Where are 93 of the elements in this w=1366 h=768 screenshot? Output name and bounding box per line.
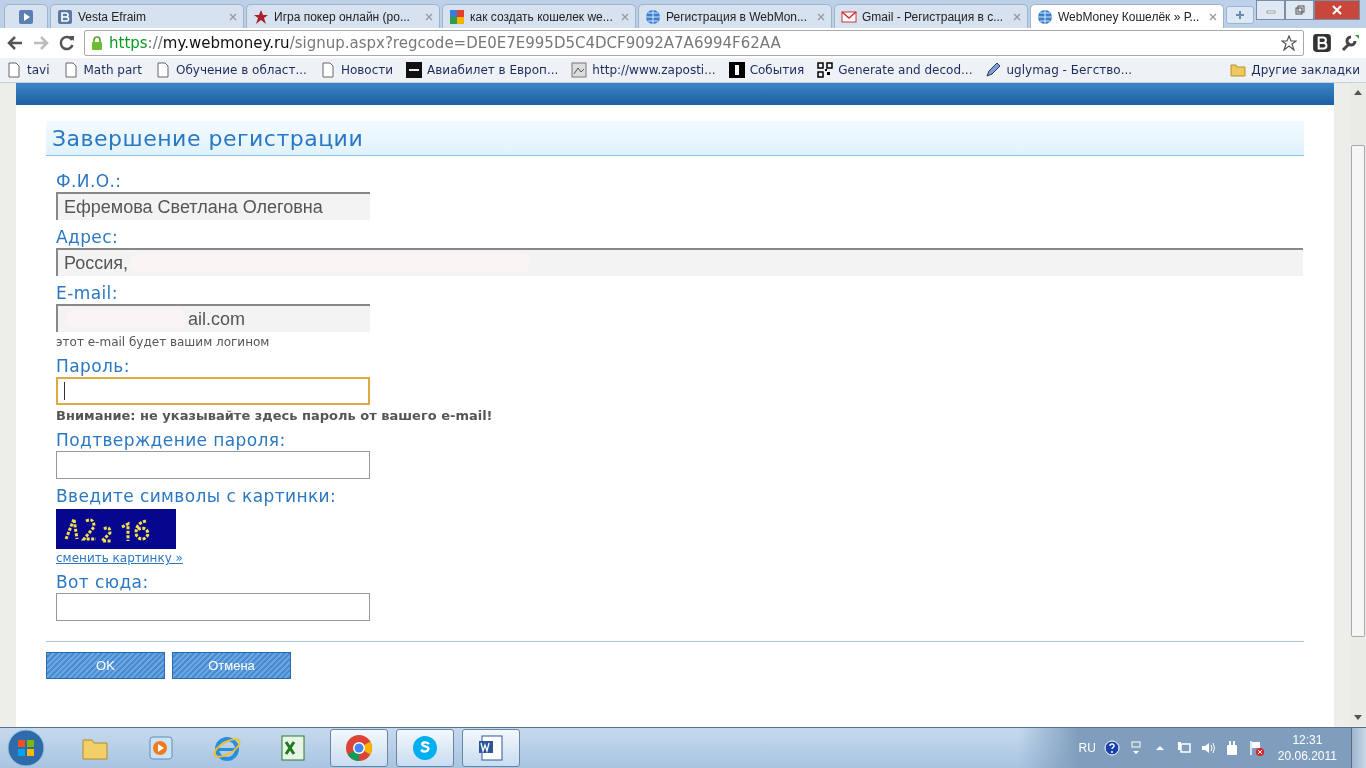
other-bookmarks[interactable]: Другие закладки — [1230, 62, 1360, 78]
start-button[interactable] — [6, 728, 46, 768]
field-label: Пароль: — [56, 355, 130, 377]
mail-icon — [841, 8, 857, 25]
text-input[interactable] — [56, 593, 370, 621]
chrome-icon — [344, 733, 374, 763]
scroll-up-icon[interactable] — [1354, 89, 1362, 95]
page-icon — [319, 62, 336, 78]
scroll-down-icon[interactable] — [1354, 715, 1362, 721]
warning-text: Внимание: не указывайте здесь пароль от вашего e-mail! — [56, 408, 493, 423]
star-icon — [253, 8, 269, 25]
address-bar[interactable]: https://my.webmoney.ru/signup.aspx?regcode=DE0E7E995D5C4DCF9092A7A6994F62AA — [84, 30, 1304, 56]
bookmark[interactable]: tavi — [6, 62, 50, 78]
bookmark[interactable]: События — [728, 62, 805, 78]
section-title: Завершение регистрации — [46, 121, 1304, 156]
field-label: Адрес: — [56, 226, 119, 248]
globe-icon — [1037, 8, 1053, 25]
reload-icon[interactable] — [58, 34, 76, 52]
help-icon[interactable] — [1103, 740, 1120, 756]
restore-button[interactable] — [1285, 0, 1314, 20]
logo-icon — [406, 62, 423, 78]
taskbar-app[interactable] — [396, 729, 454, 767]
bookmark[interactable]: http://www.zaposti... — [571, 62, 716, 78]
plus-icon — [1235, 10, 1245, 20]
field-label: Подтверждение пароля: — [56, 429, 286, 451]
text-input[interactable] — [56, 377, 370, 405]
readonly-field[interactable]: ail.com — [56, 304, 370, 332]
bookmark-star-icon[interactable] — [1281, 35, 1297, 51]
show-desktop-button[interactable] — [1351, 728, 1366, 768]
browser-tab[interactable]: как создать кошелек we... — [442, 4, 636, 28]
play-icon — [18, 8, 34, 25]
pencil-icon — [985, 62, 1002, 78]
folder-icon — [1230, 62, 1247, 78]
close-icon[interactable] — [1013, 12, 1021, 21]
clock-date: 20.06.2011 — [1277, 748, 1337, 764]
forward-icon[interactable] — [32, 34, 50, 52]
browser-tab[interactable] — [4, 4, 48, 28]
minimize-button[interactable] — [1256, 0, 1285, 20]
close-icon[interactable] — [817, 12, 825, 21]
readonly-field[interactable]: Ефремова Светлана Олеговна — [56, 192, 370, 220]
close-icon[interactable] — [229, 12, 237, 21]
bookmark[interactable]: Новости — [319, 62, 394, 78]
letter-b-icon — [57, 8, 73, 25]
close-icon — [1332, 5, 1342, 15]
image-icon — [571, 62, 588, 78]
bookmark[interactable]: Generate and decod... — [817, 62, 973, 78]
browser-tab[interactable]: Регистрация в WebMon... — [638, 4, 832, 28]
qr-code-icon — [817, 62, 834, 78]
new-tab-button[interactable] — [1226, 6, 1254, 24]
browser-tab[interactable]: Gmail - Регистрация в с... — [834, 4, 1028, 28]
field-label: Ф.И.О.: — [56, 170, 122, 192]
scroll-thumb[interactable] — [1351, 145, 1365, 637]
document-icon — [476, 733, 506, 763]
field-hint: этот e-mail будет вашим логином — [56, 335, 270, 349]
field-label: Введите символы с картинки: — [56, 485, 337, 507]
letter-i-icon — [728, 62, 745, 78]
bookmark[interactable]: Math part — [62, 62, 142, 78]
close-icon[interactable] — [425, 12, 433, 21]
taskbar-app[interactable] — [462, 729, 520, 767]
close-icon[interactable] — [1209, 12, 1217, 21]
field-label: E-mail: — [56, 282, 118, 304]
google-icon — [449, 8, 465, 25]
bookmark[interactable]: uglymag - Бегство... — [985, 62, 1133, 78]
page-icon — [154, 62, 171, 78]
taskbar-app[interactable] — [330, 729, 388, 767]
restore-icon — [1294, 5, 1305, 15]
clock-time: 12:31 — [1292, 732, 1323, 748]
bookmark[interactable]: Обучение в област... — [154, 62, 307, 78]
browser-tab[interactable]: Vesta Efraim — [50, 4, 244, 28]
close-button[interactable] — [1314, 0, 1360, 20]
text-input[interactable] — [56, 451, 370, 479]
speaker-icon[interactable] — [1199, 740, 1216, 756]
page-icon — [62, 62, 79, 78]
spreadsheet-icon — [278, 733, 308, 763]
page-icon — [6, 62, 22, 78]
network-icon[interactable] — [1175, 740, 1192, 756]
scrollbar[interactable] — [1350, 83, 1366, 727]
bookmark[interactable]: Авиабилет в Европ... — [406, 62, 559, 78]
wrench-icon[interactable] — [1340, 33, 1360, 53]
back-icon[interactable] — [6, 34, 24, 52]
skype-icon — [410, 733, 440, 763]
browser-tab[interactable]: Игра покер онлайн (ро... — [246, 4, 440, 28]
lock-icon — [91, 36, 103, 50]
globe-icon — [645, 8, 661, 25]
readonly-field[interactable]: Россия, — [56, 248, 1303, 276]
flag-icon[interactable] — [1247, 740, 1264, 756]
text-cursor — [64, 382, 65, 400]
change-image-link[interactable]: сменить картинку » — [56, 551, 183, 565]
browser-tab[interactable]: WebMoney Кошелёк » Р... — [1030, 4, 1224, 28]
play-icon — [146, 733, 176, 763]
close-icon[interactable] — [621, 12, 629, 21]
letter-b-icon[interactable] — [1312, 33, 1332, 53]
field-label: Вот сюда: — [56, 571, 149, 593]
